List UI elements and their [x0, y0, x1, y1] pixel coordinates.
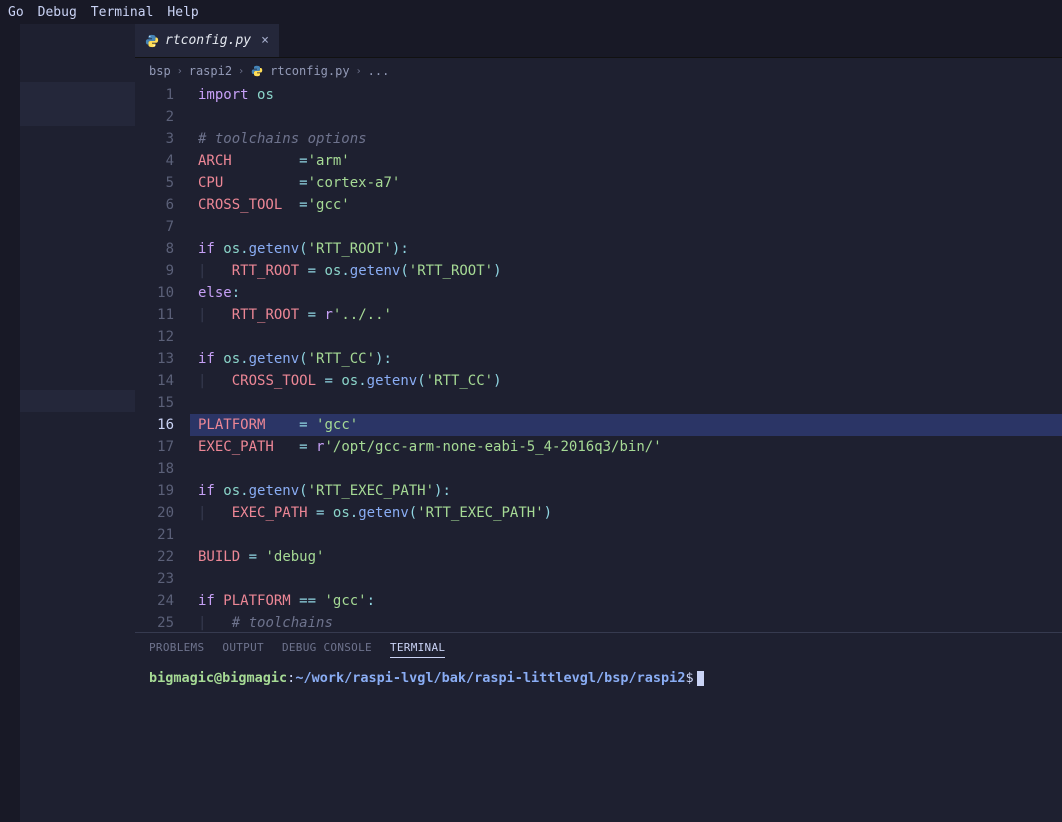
panel-tabs: PROBLEMS OUTPUT DEBUG CONSOLE TERMINAL: [135, 633, 1062, 664]
tab-filename: rtconfig.py: [165, 33, 251, 48]
sidebar-minimap: [20, 24, 135, 822]
code-area[interactable]: import os # toolchains optionsARCH ='arm…: [190, 84, 1062, 632]
panel-tab-terminal[interactable]: TERMINAL: [390, 641, 445, 658]
bottom-panel: PROBLEMS OUTPUT DEBUG CONSOLE TERMINAL b…: [135, 632, 1062, 822]
terminal-cursor: [697, 671, 704, 686]
breadcrumb-seg-raspi2[interactable]: raspi2: [189, 64, 232, 78]
terminal-prompt-end: $: [685, 670, 693, 686]
tab-close-icon[interactable]: ×: [261, 33, 269, 48]
breadcrumb-seg-ellipsis[interactable]: ...: [368, 64, 390, 78]
menubar: Go Debug Terminal Help: [0, 0, 1062, 24]
panel-tab-problems[interactable]: PROBLEMS: [149, 641, 204, 658]
terminal-user: bigmagic@bigmagic: [149, 670, 287, 686]
breadcrumb[interactable]: bsp › raspi2 › rtconfig.py › ...: [135, 58, 1062, 84]
breadcrumb-seg-file[interactable]: rtconfig.py: [270, 64, 349, 78]
editor-tabs: rtconfig.py ×: [135, 24, 1062, 58]
menu-go[interactable]: Go: [8, 5, 24, 20]
activitybar: [0, 24, 20, 822]
panel-tab-output[interactable]: OUTPUT: [222, 641, 264, 658]
app-body: rtconfig.py × bsp › raspi2 › rtconfig.py…: [0, 24, 1062, 822]
tab-rtconfig[interactable]: rtconfig.py ×: [135, 24, 279, 57]
editor[interactable]: 1234567891011121314151617181920212223242…: [135, 84, 1062, 632]
python-file-icon: [250, 64, 264, 78]
panel-tab-debug[interactable]: DEBUG CONSOLE: [282, 641, 372, 658]
menu-terminal[interactable]: Terminal: [91, 5, 154, 20]
terminal[interactable]: bigmagic@bigmagic:~/work/raspi-lvgl/bak/…: [135, 664, 1062, 692]
menu-help[interactable]: Help: [167, 5, 198, 20]
chevron-right-icon: ›: [356, 66, 362, 77]
menu-debug[interactable]: Debug: [38, 5, 77, 20]
python-file-icon: [145, 34, 159, 48]
gutter: 1234567891011121314151617181920212223242…: [135, 84, 190, 632]
chevron-right-icon: ›: [238, 66, 244, 77]
main-column: rtconfig.py × bsp › raspi2 › rtconfig.py…: [135, 24, 1062, 822]
terminal-path: ~/work/raspi-lvgl/bak/raspi-littlevgl/bs…: [295, 670, 685, 686]
breadcrumb-seg-bsp[interactable]: bsp: [149, 64, 171, 78]
chevron-right-icon: ›: [177, 66, 183, 77]
